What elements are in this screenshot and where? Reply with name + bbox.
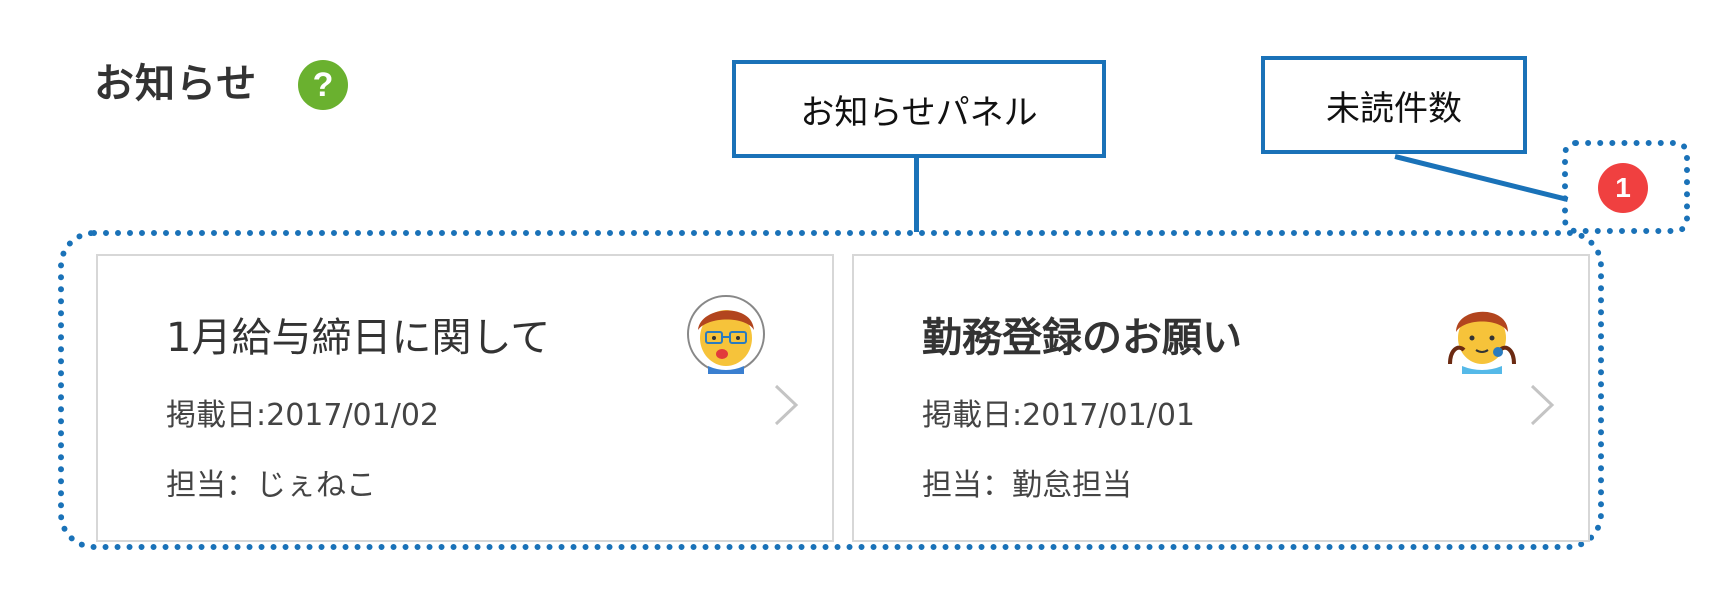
chevron-right-icon[interactable] — [768, 382, 802, 428]
notice-owner: 担当：じぇねこ — [166, 468, 376, 503]
notice-date: 掲載日:2017/01/02 — [166, 398, 440, 433]
notice-title: 1月給与締日に関して — [166, 315, 551, 361]
unread-count-badge: 1 — [1598, 163, 1648, 213]
chevron-right-icon[interactable] — [1524, 382, 1558, 428]
help-icon[interactable]: ? — [298, 60, 348, 110]
notice-date: 掲載日:2017/01/01 — [922, 398, 1196, 433]
annotation-connector — [914, 158, 919, 232]
avatar-icon — [1448, 311, 1516, 374]
notice-title: 勤務登録のお願い — [922, 315, 1242, 361]
notice-owner: 担当：勤怠担当 — [922, 468, 1132, 503]
annotation-leader-line — [1394, 154, 1569, 202]
annotation-unread-label: 未読件数 — [1261, 56, 1527, 154]
notice-card[interactable]: 1月給与締日に関して 掲載日:2017/01/02 担当：じぇねこ — [96, 254, 834, 542]
notice-card[interactable]: 勤務登録のお願い 掲載日:2017/01/01 担当：勤怠担当 — [852, 254, 1590, 542]
avatar-icon — [687, 295, 765, 374]
annotation-panel-label: お知らせパネル — [732, 60, 1106, 158]
page-title: お知らせ — [94, 61, 258, 107]
